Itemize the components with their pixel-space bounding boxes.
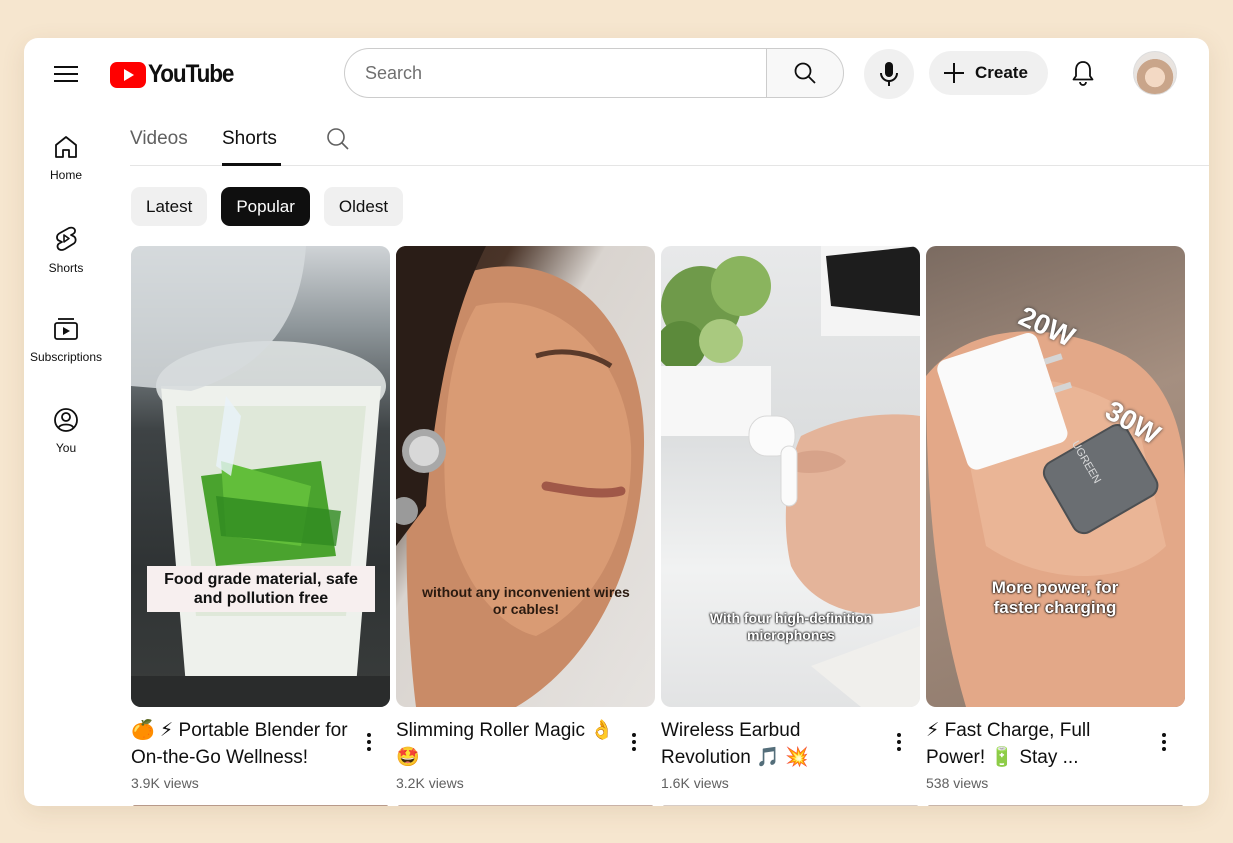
home-icon xyxy=(55,136,77,158)
logo-text: YouTube xyxy=(148,60,234,88)
short-views: 538 views xyxy=(926,775,989,791)
sidebar-item-shorts[interactable]: Shorts xyxy=(24,209,108,300)
account-avatar[interactable] xyxy=(1133,51,1177,95)
sidebar-item-you[interactable]: You xyxy=(24,391,108,482)
short-thumbnail[interactable]: With four high-definition microphones xyxy=(661,246,920,707)
shorts-icon xyxy=(56,226,77,251)
create-label: Create xyxy=(975,63,1028,82)
short-caption: Food grade material, safe and pollution … xyxy=(147,566,375,613)
hamburger-icon xyxy=(54,66,78,82)
sidebar-item-home[interactable]: Home xyxy=(24,118,108,209)
channel-search-button[interactable] xyxy=(322,123,354,155)
short-title[interactable]: Slimming Roller Magic 👌 🤩 xyxy=(396,717,619,771)
face-roller-illustration xyxy=(396,246,645,707)
notifications-button[interactable] xyxy=(1063,53,1103,93)
short-thumbnail[interactable]: 20W 30W UGREEN More power, for faster ch… xyxy=(926,246,1185,707)
next-row-thumbnail-edge xyxy=(928,805,1183,806)
channel-tabs: Videos Shorts xyxy=(130,118,1209,166)
blender-illustration xyxy=(131,246,390,707)
more-actions-button[interactable] xyxy=(619,727,649,757)
chip-latest[interactable]: Latest xyxy=(131,187,208,226)
more-actions-button[interactable] xyxy=(1149,727,1179,757)
microphone-icon xyxy=(880,62,898,86)
short-card: 20W 30W UGREEN More power, for faster ch… xyxy=(926,246,1185,791)
create-button[interactable]: Create xyxy=(929,51,1048,95)
search-input[interactable] xyxy=(344,48,766,98)
youtube-window: YouTube Create xyxy=(24,38,1209,806)
short-title[interactable]: Wireless Earbud Revolution 🎵 💥 xyxy=(661,717,884,771)
short-thumbnail[interactable]: Food grade material, safe and pollution … xyxy=(131,246,390,707)
more-actions-button[interactable] xyxy=(354,727,384,757)
youtube-play-icon xyxy=(110,61,146,88)
sidebar-item-label: Subscriptions xyxy=(29,350,103,364)
search-bar xyxy=(344,48,844,98)
tab-shorts[interactable]: Shorts xyxy=(222,128,277,150)
more-actions-button[interactable] xyxy=(884,727,914,757)
sidebar: Home Shorts Subscriptions You xyxy=(24,118,108,482)
voice-search-button[interactable] xyxy=(864,49,914,99)
plus-icon xyxy=(944,63,964,83)
short-caption: More power, for faster charging xyxy=(991,578,1119,618)
more-vert-icon xyxy=(1162,733,1166,751)
menu-button[interactable] xyxy=(44,56,88,92)
sidebar-item-label: Shorts xyxy=(48,261,84,275)
short-title[interactable]: ⚡ Fast Charge, Full Power! 🔋 Stay ... xyxy=(926,717,1149,771)
more-vert-icon xyxy=(897,733,901,751)
chip-popular[interactable]: Popular xyxy=(221,187,310,226)
youtube-logo[interactable]: YouTube xyxy=(110,60,243,89)
short-title[interactable]: 🍊 ⚡ Portable Blender for On-the-Go Welln… xyxy=(131,717,354,771)
you-icon xyxy=(54,408,78,432)
sidebar-item-label: Home xyxy=(49,168,82,182)
search-button[interactable] xyxy=(766,48,844,98)
short-views: 1.6K views xyxy=(661,775,729,791)
bell-icon xyxy=(1072,61,1094,86)
short-card: without any inconvenient wires or cables… xyxy=(396,246,655,791)
next-row-thumbnail-edge xyxy=(398,805,653,806)
short-caption: With four high-definition microphones xyxy=(709,610,873,643)
short-card: With four high-definition microphones Wi… xyxy=(661,246,920,791)
sidebar-item-subscriptions[interactable]: Subscriptions xyxy=(24,300,108,391)
short-card: Food grade material, safe and pollution … xyxy=(131,246,390,791)
sort-chips: Latest Popular Oldest xyxy=(131,187,404,226)
short-views: 3.2K views xyxy=(396,775,464,791)
short-caption: without any inconvenient wires or cables… xyxy=(422,584,630,617)
subscriptions-icon xyxy=(54,318,78,340)
more-vert-icon xyxy=(632,733,636,751)
more-vert-icon xyxy=(367,733,371,751)
chip-oldest[interactable]: Oldest xyxy=(323,187,404,226)
search-icon xyxy=(794,62,816,84)
search-icon xyxy=(327,128,349,150)
tab-videos[interactable]: Videos xyxy=(130,128,188,150)
next-row-thumbnail-edge xyxy=(133,805,388,806)
short-views: 3.9K views xyxy=(131,775,199,791)
sidebar-item-label: You xyxy=(55,441,77,455)
next-row-thumbnail-edge xyxy=(663,805,918,806)
active-tab-indicator xyxy=(222,163,281,166)
short-thumbnail[interactable]: without any inconvenient wires or cables… xyxy=(396,246,655,707)
